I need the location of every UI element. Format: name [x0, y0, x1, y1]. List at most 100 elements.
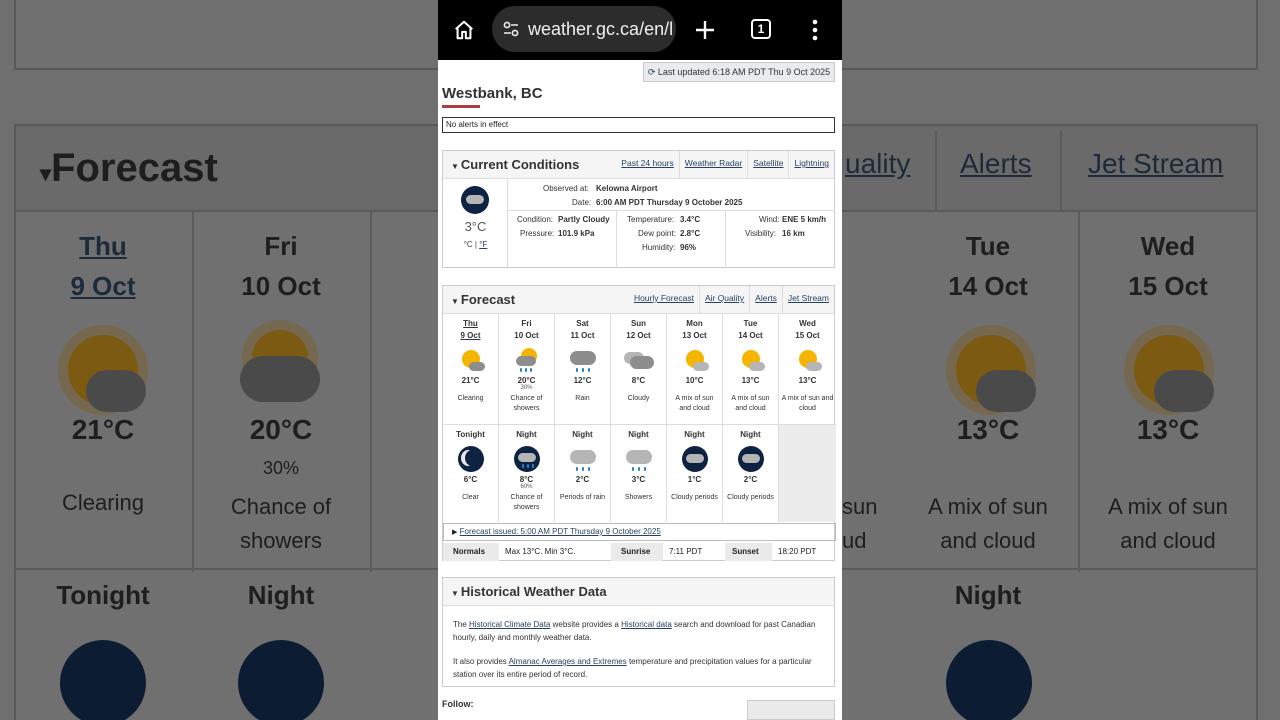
historical-paragraph-1: The Historical Climate Data website prov… [453, 620, 816, 642]
forecast-night[interactable]: Tonight 6°C Clear [443, 425, 499, 522]
rain-cloud-icon [568, 345, 598, 375]
link-lightning[interactable]: Lightning [788, 151, 834, 179]
day-summary: A mix of sun and cloud [731, 395, 770, 412]
link-historical-climate-data[interactable]: Historical Climate Data [469, 620, 550, 629]
link-weather-radar[interactable]: Weather Radar [678, 151, 747, 179]
link-jet-stream[interactable]: Jet Stream [781, 286, 834, 314]
day-name[interactable]: Thu [443, 318, 498, 330]
normals-label: Normals [443, 543, 499, 561]
moon-cloud-rain-icon [512, 444, 542, 474]
url-bar[interactable]: weather.gc.ca/en/l [492, 6, 676, 52]
link-past-24-hours[interactable]: Past 24 hours [616, 151, 678, 179]
sun-cloud-icon [736, 345, 766, 375]
night-pop [611, 484, 666, 493]
bg-day-tue-summary: A mix of sun and cloud [928, 494, 1048, 553]
current-conditions-header: ▼ Current Conditions Past 24 hours Weathe… [443, 151, 834, 179]
forecast-day[interactable]: Fri 10 Oct 20°C 30% Chance of showers [499, 314, 555, 424]
forecast-night[interactable]: Night 2°C Cloudy periods [723, 425, 779, 522]
forecast-night[interactable]: Night 2°C Periods of rain [555, 425, 611, 522]
night-temp: 8°C [519, 475, 534, 484]
link-air-quality[interactable]: Air Quality [698, 286, 749, 314]
day-summary: A mix of sun and cloud [781, 395, 834, 412]
bg-partial-summary: sun ud [842, 494, 878, 553]
tab-switcher-button[interactable]: 1 [751, 19, 771, 39]
forecast-panel: ▼ Forecast Hourly Forecast Air Quality Al… [442, 285, 836, 561]
forecast-day[interactable]: Tue 14 Oct 13°C A mix of sun and cloud [723, 314, 779, 424]
forecast-issued-text[interactable]: Forecast issued: 5:00 AM PDT Thursday 9 … [460, 527, 661, 536]
triangle-right-icon: ▶ [452, 529, 458, 536]
night-name: Night [516, 430, 537, 439]
alerts-banner[interactable]: No alerts in effect [442, 117, 835, 133]
caret-down-icon: ▼ [451, 162, 459, 171]
day-summary: Chance of showers [510, 395, 543, 412]
link-alerts[interactable]: Alerts [749, 286, 782, 314]
dewpoint-value: 2.8°C [680, 229, 701, 238]
day-pop [443, 385, 498, 394]
sunrise-label: Sunrise [611, 543, 663, 561]
day-date: 10 Oct [514, 331, 539, 340]
day-temp: 8°C [631, 376, 646, 385]
night-summary: Showers [624, 494, 653, 501]
link-hourly-forecast[interactable]: Hourly Forecast [629, 286, 699, 314]
bg-day-thu: Thu 9 Oct [70, 231, 136, 301]
footer-button[interactable] [747, 700, 835, 720]
link-historical-data[interactable]: Historical data [621, 620, 672, 629]
forecast-title[interactable]: ▼ Forecast [451, 292, 515, 307]
forecast-day[interactable]: Sun 12 Oct 8°C Cloudy [611, 314, 667, 424]
wind-value: ENE 5 km/h [782, 215, 827, 224]
sun-cloud-icon [680, 345, 710, 375]
web-page: ⟳ Last updated 6:18 AM PDT Thu 9 Oct 202… [438, 60, 842, 720]
forecast-night[interactable]: Night 8°C 60% Chance of showers [499, 425, 555, 522]
night-pop: 60% [520, 484, 533, 490]
new-tab-icon[interactable] [689, 14, 721, 46]
title-underline [442, 105, 480, 108]
forecast-day[interactable]: Sat 11 Oct 12°C Rain [555, 314, 611, 424]
forecast-day[interactable]: Thu 9 Oct 21°C Clearing [443, 314, 499, 424]
link-almanac[interactable]: Almanac Averages and Extremes [509, 657, 627, 666]
forecast-day[interactable]: Wed 15 Oct 13°C A mix of sun and cloud [779, 314, 836, 424]
night-pop [667, 484, 722, 493]
day-date: 12 Oct [626, 331, 651, 340]
day-pop [555, 385, 610, 394]
site-settings-icon[interactable] [502, 6, 520, 52]
bg-cloud-icon [976, 370, 1036, 412]
bg-day-fri-pop: 30% [262, 458, 300, 478]
screen: ▾Forecast uality Alerts Jet Stream Thu 9 … [0, 0, 1280, 720]
night-name: Night [572, 430, 593, 439]
night-temp: 2°C [743, 475, 758, 484]
day-date[interactable]: 9 Oct [443, 330, 498, 342]
link-satellite[interactable]: Satellite [747, 151, 788, 179]
url-text: weather.gc.ca/en/l [528, 19, 674, 39]
forecast-night-empty [779, 425, 836, 522]
day-date: 14 Oct [738, 331, 763, 340]
bg-day-wed-temp: 13°C [1136, 414, 1200, 445]
sun-cloud-rain-icon [512, 345, 542, 375]
last-updated-button[interactable]: ⟳ Last updated 6:18 AM PDT Thu 9 Oct 202… [643, 62, 835, 82]
observed-value: Kelowna Airport [596, 184, 658, 193]
bg-moon-icon [60, 640, 146, 720]
forecast-night[interactable]: Night 3°C Showers [611, 425, 667, 522]
historical-panel: ▼ Historical Weather Data The Historical … [442, 577, 835, 687]
forecast-header: ▼ Forecast Hourly Forecast Air Quality Al… [443, 286, 834, 314]
home-icon[interactable] [448, 14, 480, 46]
day-temp: 10°C [685, 376, 704, 385]
forecast-day[interactable]: Mon 13 Oct 10°C A mix of sun and cloud [667, 314, 723, 424]
divider [616, 210, 617, 267]
current-conditions-title[interactable]: ▼ Current Conditions [451, 157, 579, 172]
unit-fahrenheit-link[interactable]: °F [479, 240, 487, 249]
moon-cloud-icon [736, 444, 766, 474]
pressure-value: 101.9 kPa [558, 229, 595, 238]
bg-night: Night [954, 580, 1022, 610]
page-title: Westbank, BC [442, 85, 543, 102]
forecast-night[interactable]: Night 1°C Cloudy periods [667, 425, 723, 522]
bg-moon-icon [946, 640, 1032, 720]
forecast-issued-toggle[interactable]: ▶ Forecast issued: 5:00 AM PDT Thursday … [443, 523, 836, 541]
day-name: Sun [630, 319, 647, 328]
unit-switch: °C | °F [463, 240, 488, 249]
bg-day-fri-temp: 20°C [249, 414, 313, 445]
day-date: 13 Oct [682, 331, 707, 340]
historical-title[interactable]: ▼ Historical Weather Data [451, 584, 607, 599]
day-summary: Clearing [457, 395, 484, 402]
refresh-icon: ⟳ [647, 67, 656, 77]
more-menu-icon[interactable] [799, 14, 831, 46]
